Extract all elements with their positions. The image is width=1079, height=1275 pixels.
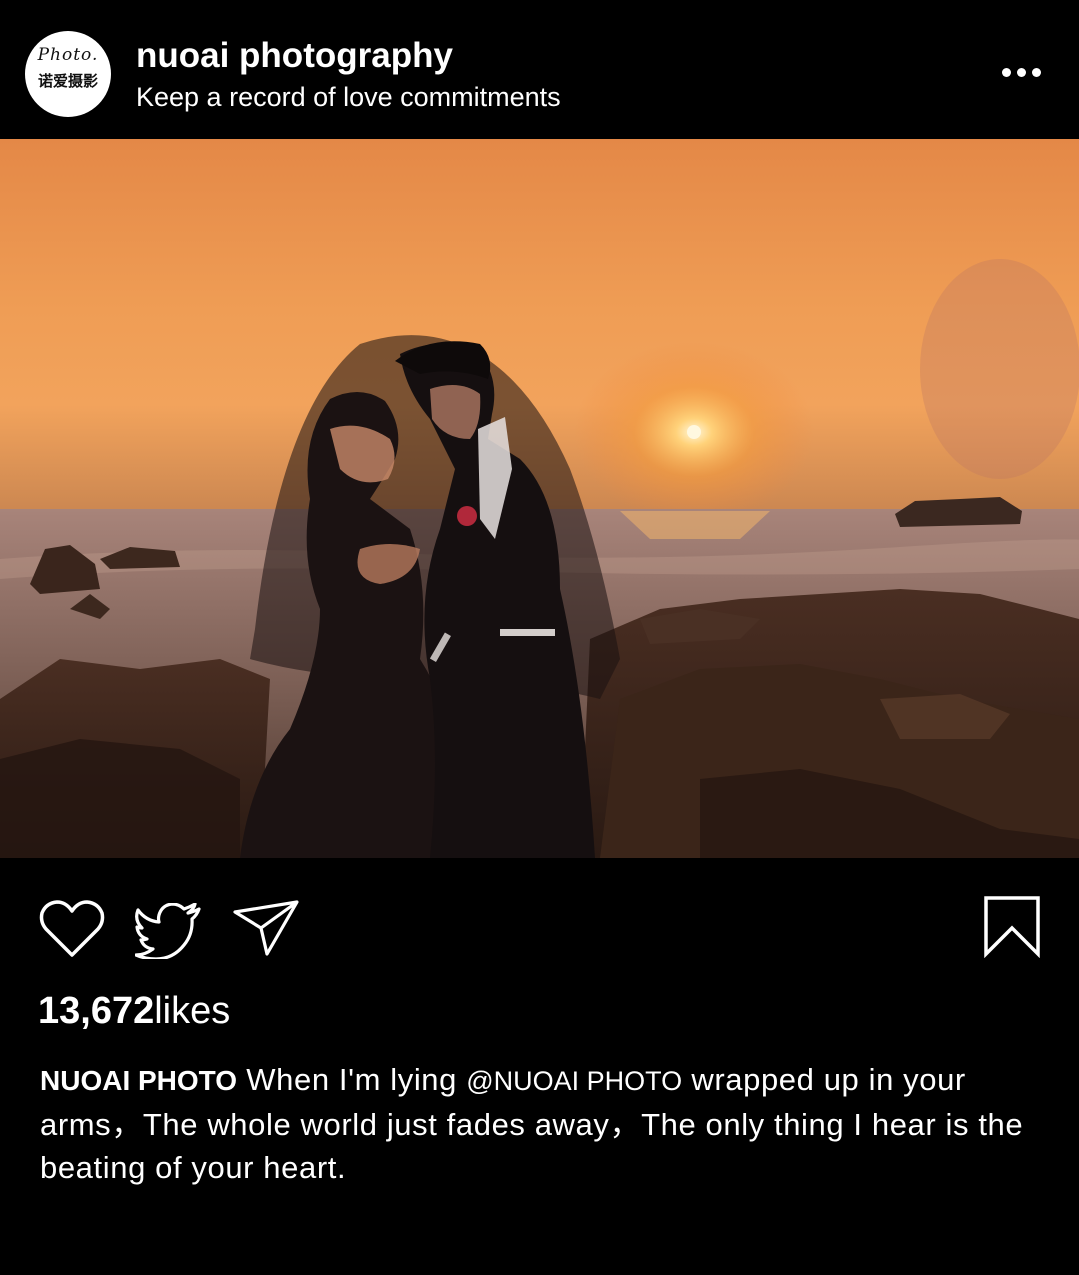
avatar-logo-text: 诺爱摄影 bbox=[37, 72, 98, 90]
send-button[interactable] bbox=[231, 900, 301, 958]
heart-icon bbox=[39, 900, 105, 957]
caption-author[interactable]: NUOAI PHOTO bbox=[40, 1065, 237, 1096]
post-caption: NUOAI PHOTO When I'm lying @NUOAI PHOTO … bbox=[40, 1058, 1040, 1189]
caption-mention[interactable]: @NUOAI PHOTO bbox=[466, 1066, 682, 1096]
bookmark-icon bbox=[984, 896, 1040, 959]
account-avatar[interactable]: Photo. 诺爱摄影 bbox=[25, 31, 111, 117]
account-subtitle: Keep a record of love commitments bbox=[136, 82, 561, 112]
save-button[interactable] bbox=[983, 896, 1041, 959]
likes-label: likes bbox=[154, 990, 231, 1032]
likes-count[interactable]: 13,672likes bbox=[38, 990, 230, 1033]
post-action-bar bbox=[0, 858, 1079, 988]
twitter-share-button[interactable] bbox=[134, 902, 203, 961]
like-button[interactable] bbox=[38, 898, 106, 960]
more-options-button[interactable] bbox=[996, 58, 1046, 88]
post-header: Photo. 诺爱摄影 nuoai photography Keep a rec… bbox=[0, 0, 1079, 139]
caption-text-part1: When I'm lying bbox=[237, 1062, 467, 1097]
likes-number: 13,672 bbox=[38, 990, 155, 1032]
send-icon bbox=[233, 900, 299, 956]
twitter-bird-icon bbox=[134, 902, 201, 961]
account-name[interactable]: nuoai photography bbox=[136, 36, 453, 76]
avatar-logo-script: Photo. bbox=[37, 45, 99, 65]
post-photo[interactable] bbox=[0, 139, 1079, 858]
